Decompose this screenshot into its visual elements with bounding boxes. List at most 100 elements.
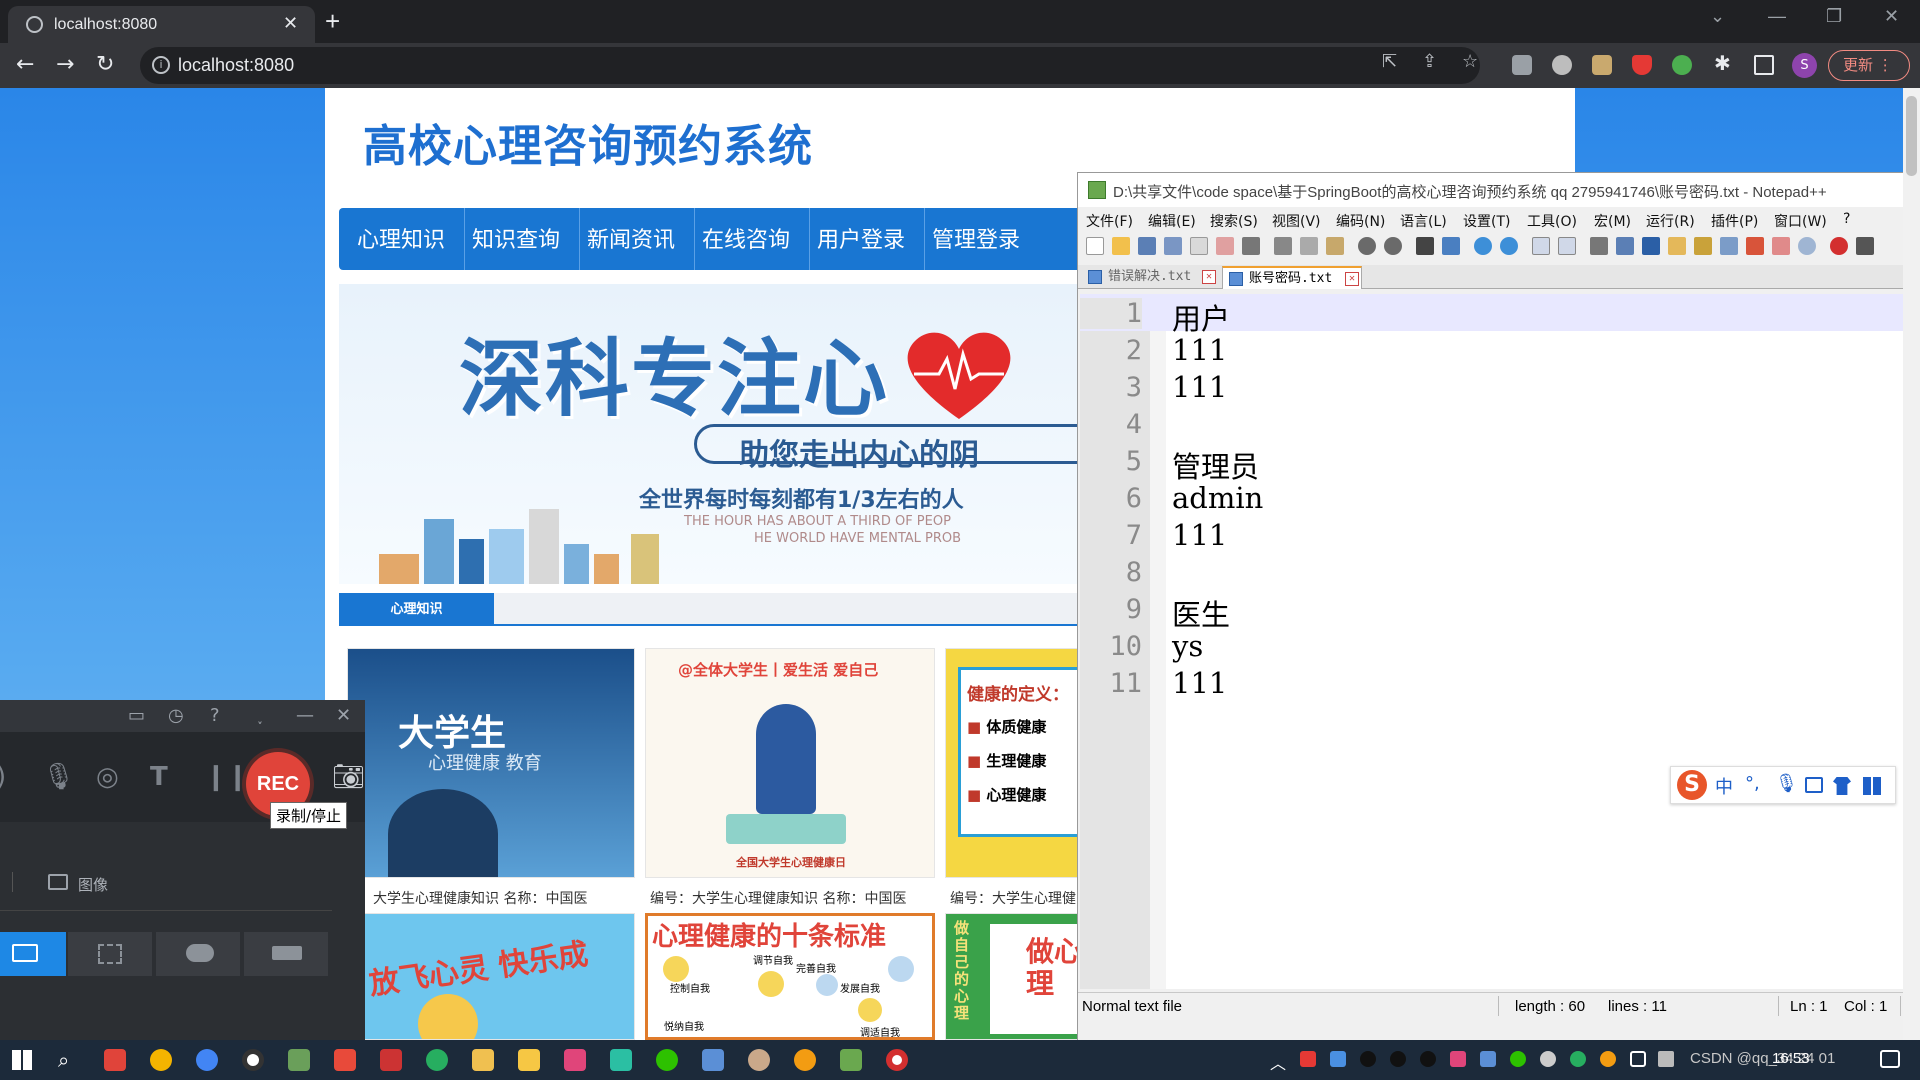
share-icon[interactable]: ⇪ xyxy=(1422,51,1437,72)
network-icon[interactable] xyxy=(1630,1051,1646,1067)
clock-time[interactable]: 16:53 xyxy=(1772,1050,1810,1067)
menu-settings[interactable]: 设置(T) xyxy=(1463,211,1510,231)
clock-icon[interactable]: ◷ xyxy=(168,705,184,726)
menu-edit[interactable]: 编辑(E) xyxy=(1148,211,1196,231)
zoom-out-icon[interactable] xyxy=(1500,237,1518,255)
microphone-icon[interactable]: 🎙︎ xyxy=(42,762,75,792)
find-icon[interactable] xyxy=(1416,237,1434,255)
game-mode-button[interactable] xyxy=(156,932,240,976)
app-icon[interactable] xyxy=(380,1049,402,1071)
intellij-app-icon[interactable] xyxy=(104,1049,126,1071)
tray-expand-icon[interactable]: ︿ xyxy=(1270,1050,1286,1074)
menu-macro[interactable]: 宏(M) xyxy=(1594,211,1631,231)
ime-microphone-icon[interactable]: 🎙︎ xyxy=(1775,773,1798,794)
leaf-extension-icon[interactable] xyxy=(1672,55,1692,75)
open-file-icon[interactable] xyxy=(1112,237,1130,255)
microphone-tray-icon[interactable] xyxy=(1540,1051,1556,1067)
app-icon[interactable] xyxy=(472,1049,494,1071)
monitoring-icon[interactable] xyxy=(1746,237,1764,255)
restore-button[interactable]: ❐ xyxy=(1826,6,1842,27)
volume-icon[interactable] xyxy=(1658,1051,1674,1067)
notification-center-icon[interactable] xyxy=(1880,1050,1900,1068)
close-button[interactable]: ✕ xyxy=(336,705,351,726)
menu-help[interactable]: ? xyxy=(1843,211,1850,227)
nav-item-news[interactable]: 新闻资讯 xyxy=(587,222,675,254)
print-icon[interactable] xyxy=(1242,237,1260,255)
save-all-icon[interactable] xyxy=(1164,237,1182,255)
menu-window[interactable]: 窗口(W) xyxy=(1774,211,1827,231)
menu-tools[interactable]: 工具(O) xyxy=(1527,211,1577,231)
wechat-app-icon[interactable] xyxy=(656,1049,678,1071)
side-panel-icon[interactable] xyxy=(1754,55,1774,75)
bookmark-star-icon[interactable]: ☆ xyxy=(1462,51,1478,72)
close-tab-icon[interactable]: ✕ xyxy=(1345,272,1359,286)
browser-tab[interactable]: localhost:8080 ✕ xyxy=(8,6,315,43)
doc-map-icon[interactable] xyxy=(1668,237,1686,255)
tray-app-icon[interactable] xyxy=(1480,1051,1496,1067)
sync-horizontal-icon[interactable] xyxy=(1558,237,1576,255)
minimize-button[interactable]: — xyxy=(296,705,314,726)
browser-app-icon[interactable] xyxy=(196,1049,218,1071)
update-button[interactable]: 更新 ⋮ xyxy=(1828,50,1910,81)
stop-macro-icon[interactable] xyxy=(1856,237,1874,255)
app-icon[interactable] xyxy=(702,1049,724,1071)
back-button[interactable]: ← xyxy=(16,52,34,77)
menu-view[interactable]: 视图(V) xyxy=(1272,211,1321,231)
menu-plugins[interactable]: 插件(P) xyxy=(1711,211,1758,231)
tray-app-icon[interactable] xyxy=(1330,1051,1346,1067)
tray-app-icon[interactable] xyxy=(1450,1051,1466,1067)
shield-extension-icon[interactable] xyxy=(1632,55,1652,75)
profile-avatar[interactable]: S xyxy=(1792,53,1817,78)
windows-start-icon[interactable] xyxy=(12,1050,32,1070)
app-icon[interactable] xyxy=(334,1049,356,1071)
new-tab-button[interactable]: + xyxy=(325,6,340,37)
close-tab-icon[interactable]: ✕ xyxy=(283,13,298,34)
nav-item-psych-knowledge[interactable]: 心理知识 xyxy=(357,222,445,254)
sync-vertical-icon[interactable] xyxy=(1532,237,1550,255)
fullscreen-mode-button[interactable] xyxy=(0,932,66,976)
paste-icon[interactable] xyxy=(1326,237,1344,255)
image-extension-icon[interactable] xyxy=(1592,55,1612,75)
notepad-app-icon[interactable] xyxy=(840,1049,862,1071)
ime-skin-icon[interactable] xyxy=(1833,777,1851,795)
knowledge-card[interactable]: 大学生 心理健康 教育 xyxy=(347,648,635,878)
close-window-button[interactable]: ✕ xyxy=(1884,6,1899,27)
zoom-in-icon[interactable] xyxy=(1474,237,1492,255)
file-explorer-icon[interactable] xyxy=(518,1049,540,1071)
tray-app-icon[interactable] xyxy=(1300,1051,1316,1067)
text-tool-icon[interactable]: T xyxy=(150,762,168,792)
scroll-thumb[interactable] xyxy=(1906,96,1917,176)
camera-extension-icon[interactable] xyxy=(1552,55,1572,75)
app-icon[interactable] xyxy=(564,1049,586,1071)
nav-item-online-consult[interactable]: 在线咨询 xyxy=(702,222,790,254)
reload-button[interactable]: ↻ xyxy=(96,52,114,77)
sogou-logo-icon[interactable]: S xyxy=(1677,770,1707,800)
knowledge-card[interactable]: 做自己的心理 做心理 xyxy=(945,913,1099,1040)
knowledge-card[interactable]: 放飞心灵 快乐成 xyxy=(347,913,635,1040)
address-bar[interactable]: i localhost:8080 xyxy=(140,47,1480,84)
file-tab-error-solution[interactable]: 错误解决.txt ✕ xyxy=(1082,266,1220,289)
tab-search-icon[interactable]: ⌄ xyxy=(1710,6,1725,27)
menu-search[interactable]: 搜索(S) xyxy=(1210,211,1258,231)
function-list-icon[interactable] xyxy=(1694,237,1712,255)
collapse-icon[interactable]: ˯ xyxy=(257,705,263,726)
site-info-icon[interactable]: i xyxy=(152,56,170,74)
minimize-button[interactable]: — xyxy=(1768,6,1786,27)
hdmi-mode-button[interactable] xyxy=(244,932,328,976)
help-icon[interactable]: ? xyxy=(210,705,220,726)
ime-keyboard-icon[interactable] xyxy=(1805,777,1823,793)
save-icon[interactable] xyxy=(1138,237,1156,255)
app-icon[interactable] xyxy=(610,1049,632,1071)
replace-icon[interactable] xyxy=(1442,237,1460,255)
recorder-app-icon[interactable] xyxy=(242,1049,264,1071)
word-wrap-icon[interactable] xyxy=(1590,237,1608,255)
ime-mode[interactable]: 中 xyxy=(1715,773,1733,799)
knowledge-card[interactable]: 心理健康的十条标准 调节自我 控制自我 完善自我 发展自我 悦纳自我 调适自我 xyxy=(645,913,935,1040)
new-file-icon[interactable] xyxy=(1086,237,1104,255)
redo-icon[interactable] xyxy=(1384,237,1402,255)
text-editor[interactable]: 1 用户 2 111 3 111 4 5 管理员 6 admin 7 111 8 xyxy=(1080,294,1920,989)
webcam-icon[interactable]: ◎ xyxy=(96,762,119,792)
qq-tray-icon[interactable] xyxy=(1360,1051,1376,1067)
ime-toolbox-icon[interactable] xyxy=(1863,777,1881,795)
menu-encoding[interactable]: 编码(N) xyxy=(1336,211,1385,231)
